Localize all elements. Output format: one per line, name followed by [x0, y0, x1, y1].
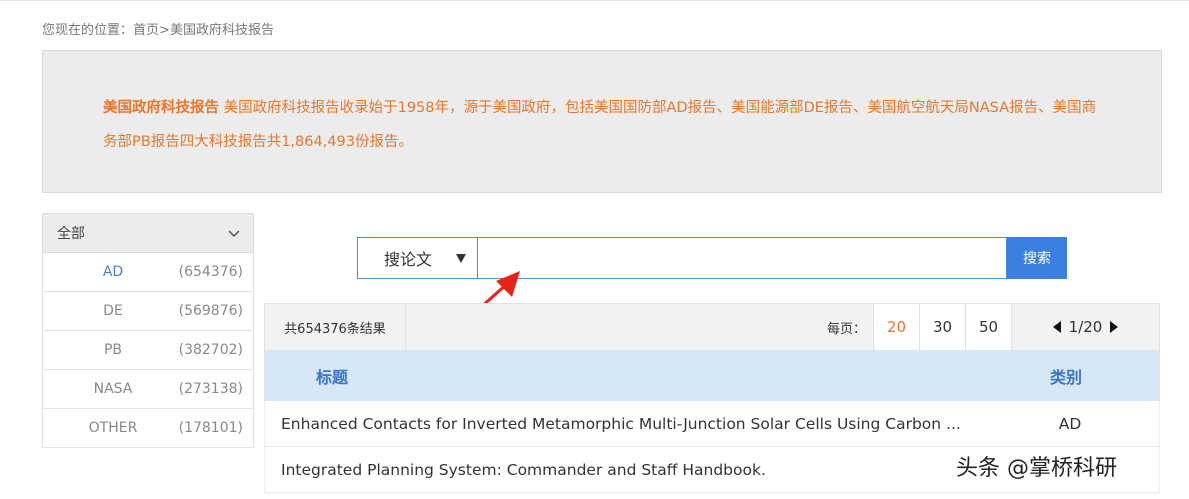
per-page-option-30[interactable]: 30	[919, 304, 965, 350]
sidebar-item-count: (273138)	[178, 381, 243, 397]
result-category: AD	[1058, 415, 1082, 433]
intro-title: 美国政府科技报告	[103, 100, 219, 116]
breadcrumb-prefix: 您现在的位置：	[42, 23, 134, 38]
category-sidebar: 全部 AD (654376) DE (569876) PB (382702) N…	[42, 213, 254, 448]
search-button[interactable]: 搜索	[1007, 237, 1067, 279]
sidebar-item-count: (382702)	[178, 342, 243, 358]
sidebar-item-ad[interactable]: AD (654376)	[42, 253, 254, 292]
pagination: 1/20	[1011, 304, 1159, 350]
chevron-down-icon	[228, 230, 240, 238]
page-indicator: 1/20	[1068, 318, 1103, 336]
sidebar-item-nasa[interactable]: NASA (273138)	[42, 370, 254, 409]
per-page-option-50[interactable]: 50	[965, 304, 1011, 350]
sidebar-item-pb[interactable]: PB (382702)	[42, 331, 254, 370]
sidebar-header-label: 全部	[57, 226, 85, 242]
intro-panel: 美国政府科技报告 美国政府科技报告收录始于1958年，源于美国政府，包括美国国防…	[42, 50, 1162, 193]
intro-description: 美国政府科技报告收录始于1958年，源于美国政府，包括美国国防部AD报告、美国能…	[103, 100, 1097, 150]
result-title-link[interactable]: Enhanced Contacts for Inverted Metamorph…	[281, 401, 961, 447]
column-header-title: 标题	[316, 368, 349, 387]
results-table-header: 标题 类别	[264, 351, 1160, 401]
per-page-option-20[interactable]: 20	[873, 304, 919, 350]
results-toolbar: 共654376条结果 每页： 20 30 50 1/20	[264, 303, 1160, 351]
prev-page-icon[interactable]	[1051, 320, 1063, 334]
search-input[interactable]	[477, 237, 1007, 279]
sidebar-item-count: (569876)	[178, 303, 243, 319]
result-title-link[interactable]: Integrated Planning System: Commander an…	[281, 447, 766, 493]
sidebar-item-label: AD	[102, 264, 124, 280]
results-total: 共654376条结果	[265, 304, 406, 350]
sidebar-item-label: PB	[103, 342, 123, 358]
breadcrumb-current: 美国政府科技报告	[169, 23, 274, 38]
top-divider	[0, 0, 1189, 1]
sidebar-item-label: OTHER	[88, 420, 138, 436]
sidebar-item-de[interactable]: DE (569876)	[42, 292, 254, 331]
per-page-label: 每页：	[827, 321, 867, 337]
search-type-label: 搜论文	[384, 250, 433, 269]
breadcrumb: 您现在的位置：首页>美国政府科技报告	[42, 19, 274, 38]
column-header-category: 类别	[1050, 368, 1083, 387]
table-row: Enhanced Contacts for Inverted Metamorph…	[264, 401, 1160, 447]
sidebar-item-other[interactable]: OTHER (178101)	[42, 409, 254, 448]
sidebar-header-all[interactable]: 全部	[42, 213, 254, 253]
intro-text: 美国政府科技报告 美国政府科技报告收录始于1958年，源于美国政府，包括美国国防…	[103, 91, 1103, 159]
watermark-text: 头条 @掌桥科研	[956, 456, 1117, 481]
breadcrumb-home-link[interactable]: 首页	[133, 23, 159, 38]
next-page-icon[interactable]	[1108, 320, 1120, 334]
sidebar-item-count: (654376)	[178, 264, 243, 280]
sidebar-item-label: NASA	[93, 381, 133, 397]
breadcrumb-separator: >	[159, 23, 170, 38]
sidebar-item-label: DE	[103, 303, 123, 319]
sidebar-item-count: (178101)	[178, 420, 243, 436]
triangle-down-icon	[456, 254, 466, 263]
